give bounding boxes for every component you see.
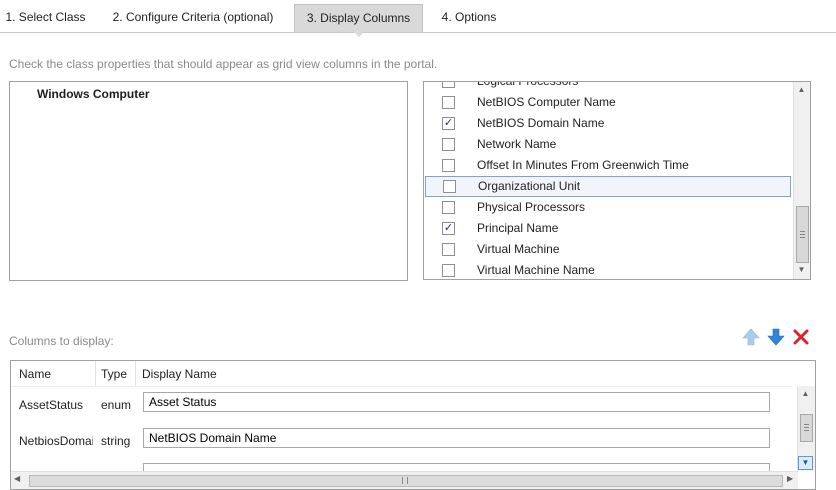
- column-header-name[interactable]: Name: [19, 367, 51, 381]
- column-header-display-name[interactable]: Display Name: [142, 367, 217, 381]
- grid-horizontal-scrollbar[interactable]: ◀ ▶: [11, 471, 798, 489]
- class-tree[interactable]: Windows Computer: [9, 81, 408, 281]
- row-name: NetbiosDomainName: [19, 434, 93, 448]
- property-item[interactable]: Physical Processors: [425, 197, 791, 218]
- columns-grid[interactable]: Name Type Display Name AssetStatus enum …: [10, 360, 816, 490]
- property-item[interactable]: ✓ Principal Name: [425, 218, 791, 239]
- property-item[interactable]: Virtual Machine: [425, 239, 791, 260]
- checked-checkbox[interactable]: ✓: [442, 117, 455, 130]
- scroll-up-icon[interactable]: ▲: [794, 83, 809, 97]
- checkbox[interactable]: [442, 82, 455, 88]
- scrollbar-thumb[interactable]: [800, 414, 813, 442]
- wizard-tab-bar: 1. Select Class 2. Configure Criteria (o…: [0, 0, 836, 37]
- property-label: Virtual Machine: [477, 242, 560, 256]
- scroll-right-icon[interactable]: ▶: [787, 474, 793, 483]
- property-label: Organizational Unit: [478, 179, 581, 193]
- property-label: Physical Processors: [477, 200, 586, 214]
- property-item[interactable]: Offset In Minutes From Greenwich Time: [425, 155, 791, 176]
- tab-display-columns[interactable]: 3. Display Columns: [294, 4, 423, 37]
- property-item[interactable]: Network Name: [425, 134, 791, 155]
- class-tree-item[interactable]: Windows Computer: [37, 87, 150, 101]
- display-name-field[interactable]: [143, 428, 770, 448]
- property-item[interactable]: Logical Processors: [425, 81, 791, 92]
- property-label: NetBIOS Computer Name: [477, 95, 616, 109]
- checkbox[interactable]: [443, 180, 456, 193]
- checkbox[interactable]: [442, 96, 455, 109]
- property-label: Logical Processors: [477, 81, 579, 88]
- columns-title: Columns to display:: [9, 334, 114, 348]
- checkbox[interactable]: [442, 159, 455, 172]
- tab-options[interactable]: 4. Options: [431, 4, 507, 31]
- remove-icon[interactable]: [792, 328, 810, 346]
- move-down-icon[interactable]: [767, 328, 785, 346]
- property-item[interactable]: ✓ NetBIOS Domain Name: [425, 113, 791, 134]
- scrollbar-thumb[interactable]: [796, 206, 809, 263]
- display-name-field[interactable]: [143, 392, 770, 412]
- scroll-left-icon[interactable]: ◀: [14, 474, 20, 483]
- row-type: enum: [101, 398, 132, 412]
- scroll-down-icon[interactable]: ▼: [794, 263, 809, 277]
- row-type: string: [101, 434, 131, 448]
- instruction-text: Check the class properties that should a…: [9, 57, 438, 71]
- property-list[interactable]: Logical Processors NetBIOS Computer Name ✓…: [423, 81, 811, 280]
- property-item[interactable]: NetBIOS Computer Name: [425, 92, 791, 113]
- row-name: AssetStatus: [19, 398, 84, 412]
- scroll-up-icon[interactable]: ▲: [798, 387, 813, 401]
- scrollbar-thumb[interactable]: [29, 475, 783, 487]
- checkbox[interactable]: [442, 201, 455, 214]
- checkbox[interactable]: [442, 243, 455, 256]
- property-item[interactable]: Virtual Machine Name: [425, 260, 791, 279]
- property-label: Network Name: [477, 137, 557, 151]
- tab-select-class[interactable]: 1. Select Class: [0, 4, 91, 31]
- grid-vertical-scrollbar[interactable]: ▲ ▼: [797, 386, 815, 471]
- tab-configure-criteria[interactable]: 2. Configure Criteria (optional): [104, 4, 282, 31]
- column-header-type[interactable]: Type: [101, 367, 127, 381]
- property-item[interactable]: Organizational Unit: [425, 176, 791, 197]
- property-label: Virtual Machine Name: [477, 263, 595, 277]
- property-label: Principal Name: [477, 221, 559, 235]
- property-list-scrollbar[interactable]: ▲ ▼: [793, 82, 810, 279]
- checkbox[interactable]: [442, 138, 455, 151]
- checkbox[interactable]: [442, 264, 455, 277]
- property-label: NetBIOS Domain Name: [477, 116, 605, 130]
- scroll-down-icon[interactable]: ▼: [798, 456, 813, 470]
- property-label: Offset In Minutes From Greenwich Time: [477, 158, 689, 172]
- move-up-icon[interactable]: [742, 328, 760, 346]
- checked-checkbox[interactable]: ✓: [442, 222, 455, 235]
